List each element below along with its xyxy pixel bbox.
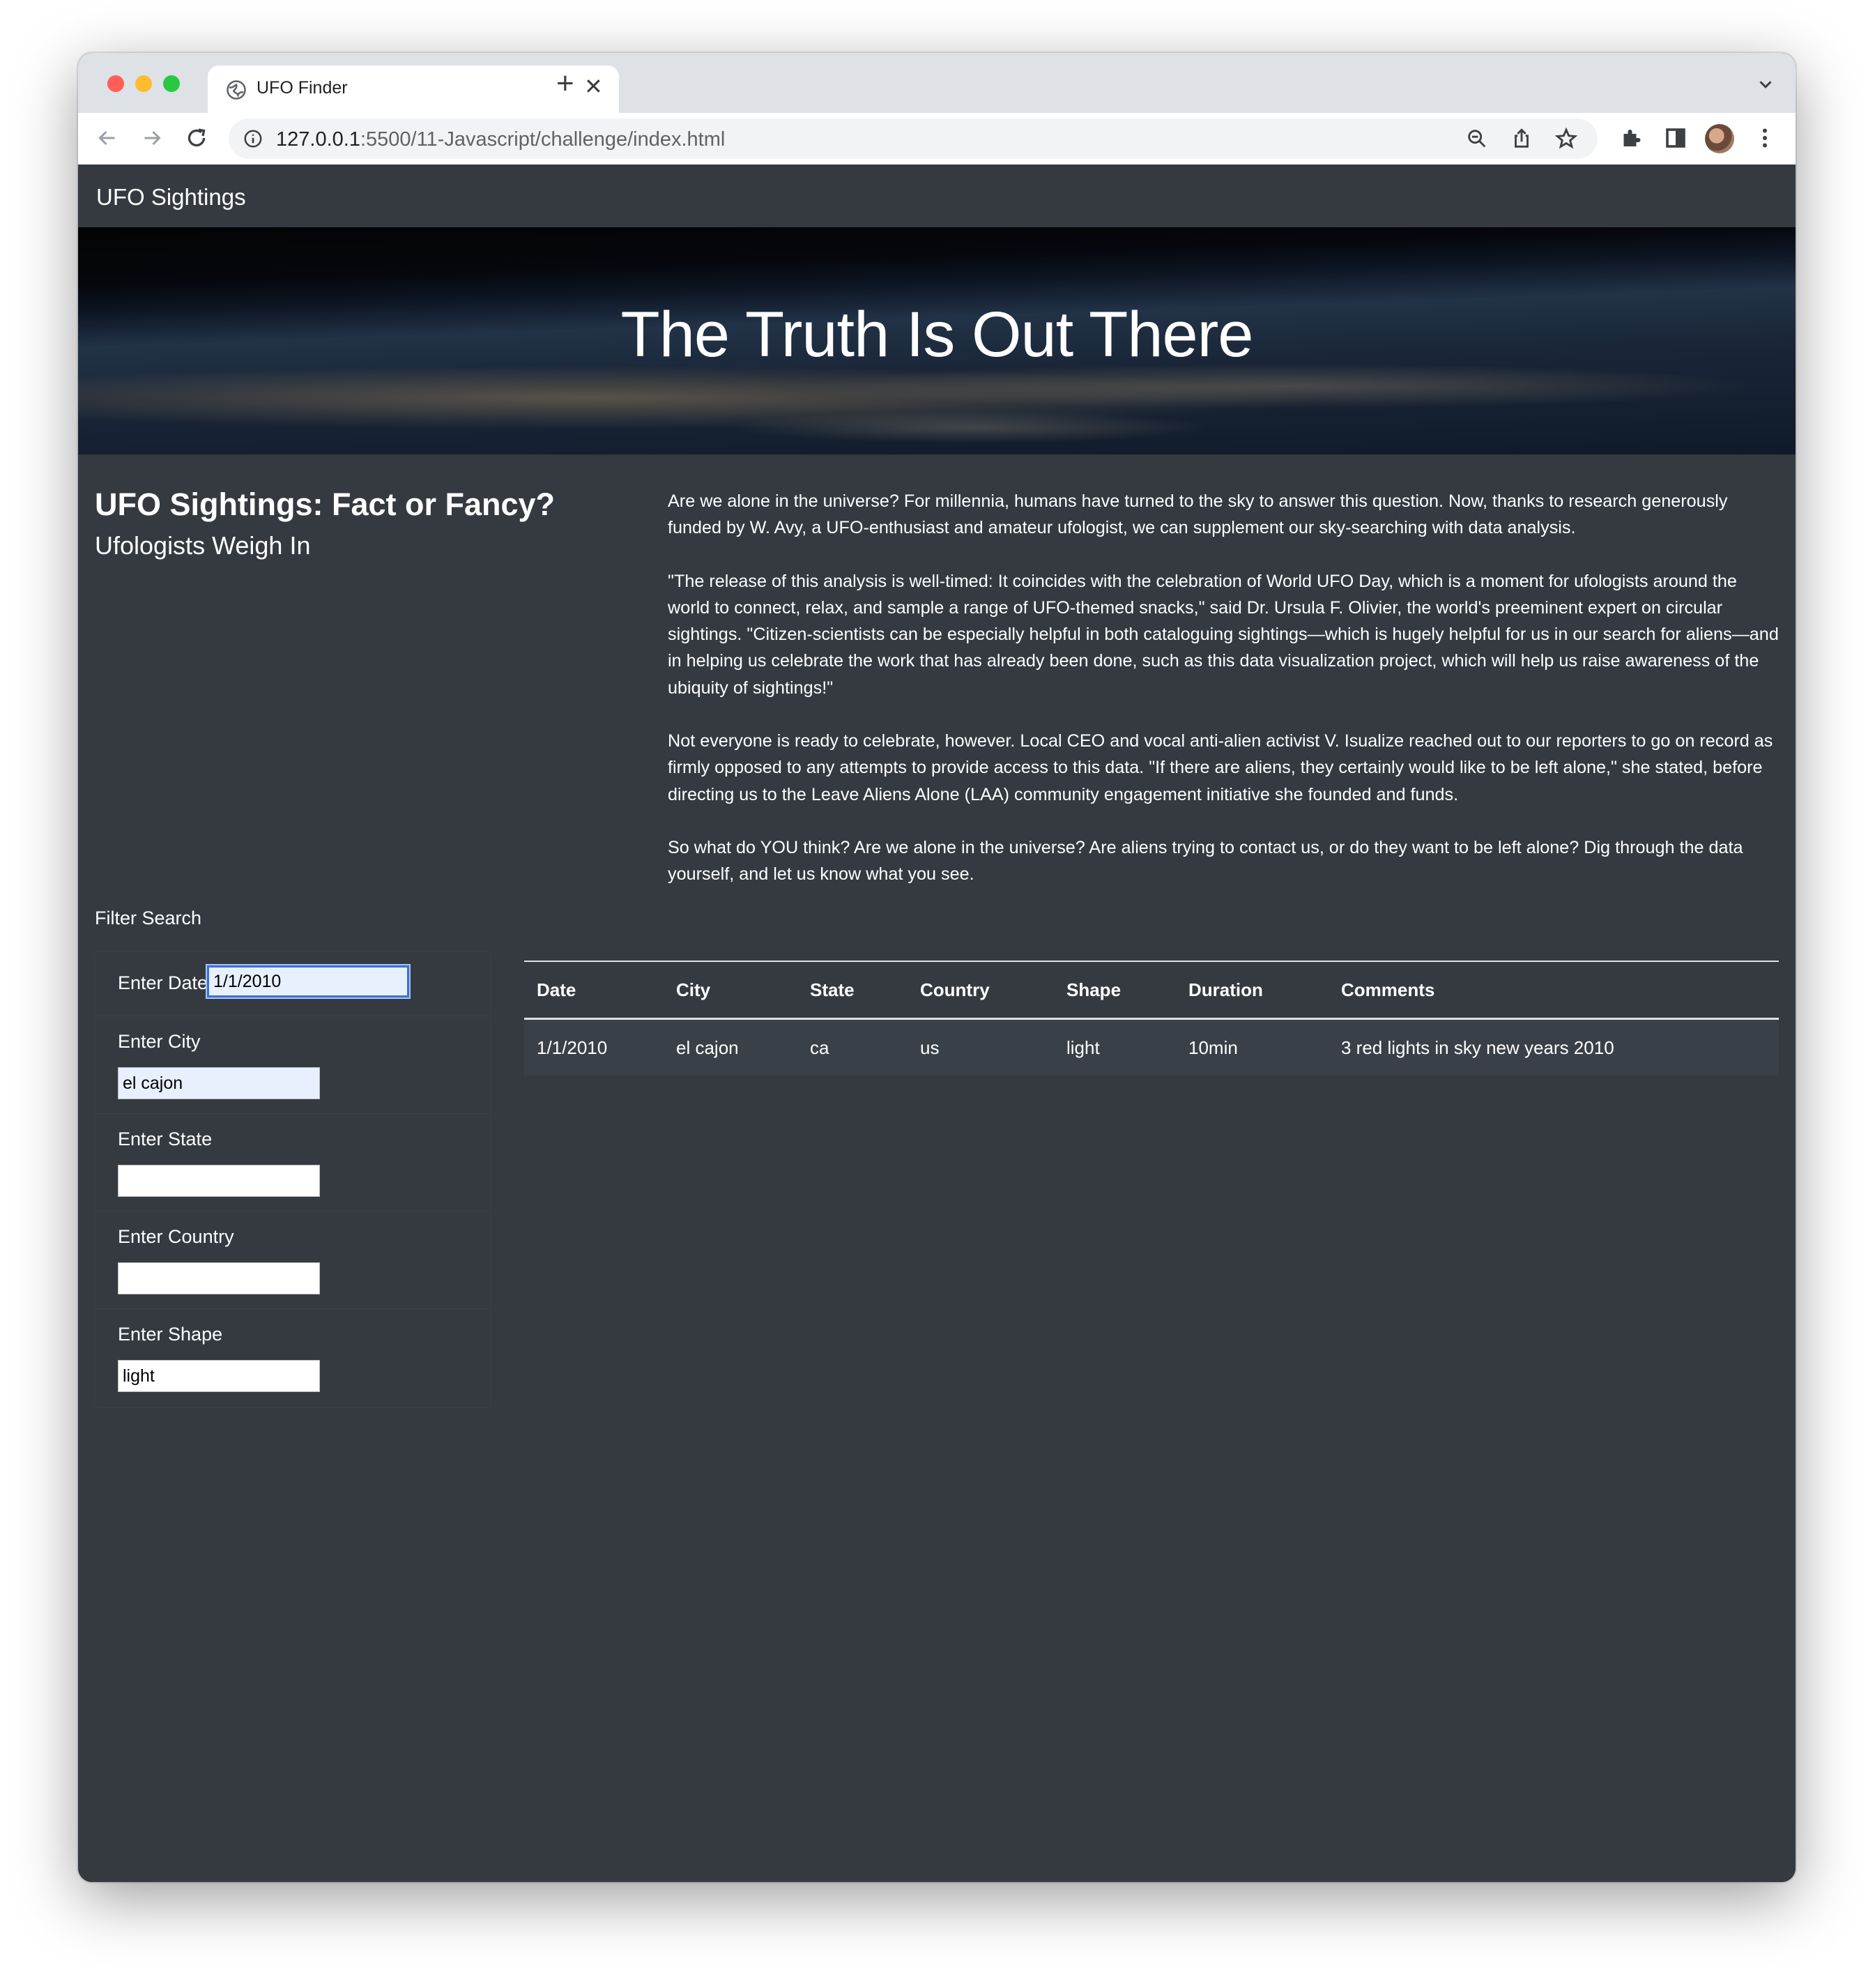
column-header-shape: Shape <box>1054 961 1176 1020</box>
filter-item-shape: Enter Shape <box>95 1308 490 1406</box>
date-label: Enter Date <box>118 972 208 993</box>
info-icon[interactable] <box>243 128 263 149</box>
filter-item-state: Enter State <box>95 1113 490 1211</box>
cell-date: 1/1/2010 <box>524 1018 664 1076</box>
state-input[interactable] <box>118 1165 320 1197</box>
globe-icon <box>227 80 246 100</box>
tab-strip: UFO Finder ✕ + <box>78 53 1796 113</box>
article-paragraph: Are we alone in the universe? For millen… <box>668 491 1728 538</box>
cell-state: ca <box>797 1018 908 1076</box>
back-arrow-icon[interactable] <box>95 125 120 151</box>
ufo-table: Date City State Country Shape Duration C… <box>524 961 1779 1076</box>
new-tab-button[interactable]: + <box>556 68 574 99</box>
address-bar[interactable]: 127.0.0.1:5500/11-Javascript/challenge/i… <box>229 118 1598 159</box>
url-text: 127.0.0.1:5500/11-Javascript/challenge/i… <box>276 128 725 151</box>
country-label: Enter Country <box>118 1226 234 1247</box>
navbar: UFO Sightings <box>78 165 1796 227</box>
minimize-window-button[interactable] <box>135 75 152 92</box>
city-input[interactable] <box>118 1067 320 1099</box>
column-header-comments: Comments <box>1329 961 1779 1020</box>
date-input[interactable] <box>206 964 411 999</box>
cell-city: el cajon <box>664 1018 797 1076</box>
share-icon[interactable] <box>1510 127 1533 151</box>
page-content: UFO Sightings The Truth Is Out There UFO… <box>78 165 1796 1882</box>
intro-title: UFO Sightings: Fact or Fancy? <box>95 487 556 522</box>
close-tab-icon[interactable]: ✕ <box>584 75 603 98</box>
kebab-menu-icon[interactable] <box>1752 125 1777 151</box>
column-header-country: Country <box>908 961 1054 1020</box>
shape-input[interactable] <box>118 1360 320 1392</box>
cell-shape: light <box>1054 1018 1176 1076</box>
browser-toolbar: 127.0.0.1:5500/11-Javascript/challenge/i… <box>78 113 1796 165</box>
filter-search-title: Filter Search <box>95 908 202 928</box>
hero-title: The Truth Is Out There <box>620 299 1254 370</box>
article-paragraph: "The release of this analysis is well-ti… <box>668 571 1779 698</box>
state-label: Enter State <box>118 1129 213 1149</box>
column-header-state: State <box>797 961 908 1020</box>
article-paragraph: So what do YOU think? Are we alone in th… <box>668 837 1743 885</box>
hero-banner: The Truth Is Out There <box>78 227 1796 454</box>
table-header-row: Date City State Country Shape Duration C… <box>524 961 1779 1020</box>
zoom-window-button[interactable] <box>163 75 180 92</box>
navbar-brand-link[interactable]: UFO Sightings <box>96 184 246 211</box>
article-text: Are we alone in the universe? For millen… <box>668 488 1780 915</box>
column-header-duration: Duration <box>1176 961 1329 1020</box>
country-input[interactable] <box>118 1262 320 1294</box>
intro-subtitle: Ufologists Weigh In <box>95 531 311 560</box>
filter-item-country: Enter Country <box>95 1211 490 1309</box>
column-header-city: City <box>664 961 797 1020</box>
star-icon[interactable] <box>1554 127 1578 151</box>
table-row: 1/1/2010 el cajon ca us light 10min 3 re… <box>524 1018 1779 1076</box>
article-paragraph: Not everyone is ready to celebrate, howe… <box>668 731 1773 804</box>
extensions-puzzle-icon[interactable] <box>1618 125 1644 151</box>
chevron-down-icon[interactable] <box>1755 74 1776 95</box>
filter-list: Enter Date Enter City Enter State Enter … <box>95 951 491 1408</box>
tab-title: UFO Finder <box>257 78 348 98</box>
cell-country: us <box>908 1018 1054 1076</box>
filter-item-city: Enter City <box>95 1016 490 1114</box>
forward-arrow-icon[interactable] <box>139 125 164 151</box>
cell-comments: 3 red lights in sky new years 2010 <box>1329 1018 1779 1076</box>
filter-item-date: Enter Date <box>95 951 490 1016</box>
column-header-date: Date <box>524 961 664 1020</box>
profile-avatar[interactable] <box>1705 124 1734 153</box>
close-window-button[interactable] <box>107 75 124 92</box>
zoom-icon[interactable] <box>1465 127 1489 151</box>
url-host: 127.0.0.1 <box>276 128 360 151</box>
city-label: Enter City <box>118 1031 201 1052</box>
url-path: :5500/11-Javascript/challenge/index.html <box>360 128 726 151</box>
shape-label: Enter Shape <box>118 1324 223 1345</box>
browser-window: UFO Finder ✕ + 127.0.0.1:5500/11-Javascr… <box>78 53 1796 1882</box>
side-panel-icon[interactable] <box>1663 125 1688 151</box>
reload-icon[interactable] <box>184 125 209 151</box>
cell-duration: 10min <box>1176 1018 1329 1076</box>
